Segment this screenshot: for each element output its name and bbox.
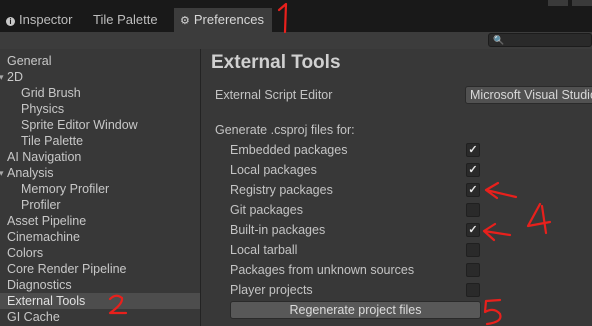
sidebar-item-label: Profiler — [21, 198, 61, 212]
sidebar-item-profiler[interactable]: Profiler — [0, 197, 200, 213]
tab-inspector[interactable]: i Inspector — [0, 8, 78, 32]
sidebar-item-analysis[interactable]: ▾ Analysis — [0, 165, 200, 181]
sidebar-item-label: Asset Pipeline — [7, 214, 87, 228]
preferences-toolbar: 🔍 — [0, 32, 592, 49]
generate-csproj-label: Generate .csproj files for: — [215, 123, 355, 137]
sidebar-item-label: Colors — [7, 246, 44, 260]
sidebar-item-label: Cinemachine — [7, 230, 80, 244]
sidebar-item-grid-brush[interactable]: Grid Brush — [0, 85, 200, 101]
expand-arrow-icon[interactable]: ▾ — [0, 165, 4, 181]
checkbox-unknown-sources[interactable] — [466, 263, 480, 277]
checkbox-local-packages[interactable]: ✓ — [466, 163, 480, 177]
option-label-embedded-packages: Embedded packages — [230, 143, 348, 157]
window-menu-button[interactable] — [572, 0, 592, 6]
sidebar-item-label: General — [7, 54, 52, 68]
checkbox-git-packages[interactable] — [466, 203, 480, 217]
sidebar-item-colors[interactable]: Colors — [0, 245, 200, 261]
sidebar-item-label: Tile Palette — [21, 134, 84, 148]
sidebar-item-label: 2D — [7, 70, 23, 84]
search-icon: 🔍 — [493, 35, 505, 45]
sidebar-item-2d[interactable]: ▾ 2D — [0, 69, 200, 85]
sidebar-item-tile-palette[interactable]: Tile Palette — [0, 133, 200, 149]
preferences-sidebar: General ▾ 2D Grid Brush Physics Sprite Ed… — [0, 49, 200, 326]
option-label-built-in-packages: Built-in packages — [230, 223, 326, 237]
sidebar-item-label: External Tools — [7, 294, 86, 308]
gear-icon: ⚙ — [180, 15, 190, 27]
sidebar-item-label: Grid Brush — [21, 86, 81, 100]
option-label-local-packages: Local packages — [230, 163, 317, 177]
sidebar-item-asset-pipeline[interactable]: Asset Pipeline — [0, 213, 200, 229]
tab-preferences[interactable]: ⚙ Preferences — [174, 8, 272, 32]
sidebar-item-ai-navigation[interactable]: AI Navigation — [0, 149, 200, 165]
sidebar-item-label: Diagnostics — [7, 278, 72, 292]
expand-arrow-icon[interactable]: ▾ — [0, 69, 4, 85]
sidebar-item-label: Memory Profiler — [21, 182, 110, 196]
sidebar-item-general[interactable]: General — [0, 53, 200, 69]
sidebar-item-external-tools[interactable]: External Tools — [0, 293, 200, 309]
checkbox-player-projects[interactable] — [466, 283, 480, 297]
sidebar-item-diagnostics[interactable]: Diagnostics — [0, 277, 200, 293]
external-script-editor-label: External Script Editor — [215, 88, 333, 102]
sidebar-item-cinemachine[interactable]: Cinemachine — [0, 229, 200, 245]
option-label-git-packages: Git packages — [230, 203, 303, 217]
regenerate-project-files-button[interactable]: Regenerate project files — [230, 301, 481, 319]
sidebar-item-physics[interactable]: Physics — [0, 101, 200, 117]
tab-preferences-label: Preferences — [193, 12, 264, 27]
option-label-player-projects: Player projects — [230, 283, 313, 297]
search-input[interactable]: 🔍 — [488, 33, 592, 47]
window-tab-bar: i Inspector Tile Palette ⚙ Preferences — [0, 0, 592, 32]
checkbox-registry-packages[interactable]: ✓ — [466, 183, 480, 197]
window-minimize-button[interactable] — [548, 0, 568, 6]
checkbox-built-in-packages[interactable]: ✓ — [466, 223, 480, 237]
sidebar-item-label: GI Cache — [7, 310, 60, 324]
option-label-local-tarball: Local tarball — [230, 243, 298, 257]
option-label-registry-packages: Registry packages — [230, 183, 333, 197]
tab-tile-palette[interactable]: Tile Palette — [87, 8, 164, 32]
page-title: External Tools — [211, 52, 341, 73]
info-icon: i — [6, 17, 15, 26]
tab-tile-palette-label: Tile Palette — [93, 12, 158, 27]
sidebar-item-label: Analysis — [7, 166, 54, 180]
checkbox-local-tarball[interactable] — [466, 243, 480, 257]
sidebar-item-label: Sprite Editor Window — [21, 118, 138, 132]
sidebar-item-label: Core Render Pipeline — [7, 262, 127, 276]
tab-inspector-label: Inspector — [19, 12, 73, 27]
checkbox-embedded-packages[interactable]: ✓ — [466, 143, 480, 157]
sidebar-item-memory-profiler[interactable]: Memory Profiler — [0, 181, 200, 197]
sidebar-item-label: AI Navigation — [7, 150, 82, 164]
sidebar-item-core-render-pipeline[interactable]: Core Render Pipeline — [0, 261, 200, 277]
sidebar-item-label: Physics — [21, 102, 65, 116]
sidebar-item-gi-cache[interactable]: GI Cache — [0, 309, 200, 325]
external-script-editor-dropdown[interactable]: Microsoft Visual Studio — [465, 86, 592, 104]
option-label-unknown-sources: Packages from unknown sources — [230, 263, 415, 277]
sidebar-item-sprite-editor-window[interactable]: Sprite Editor Window — [0, 117, 200, 133]
